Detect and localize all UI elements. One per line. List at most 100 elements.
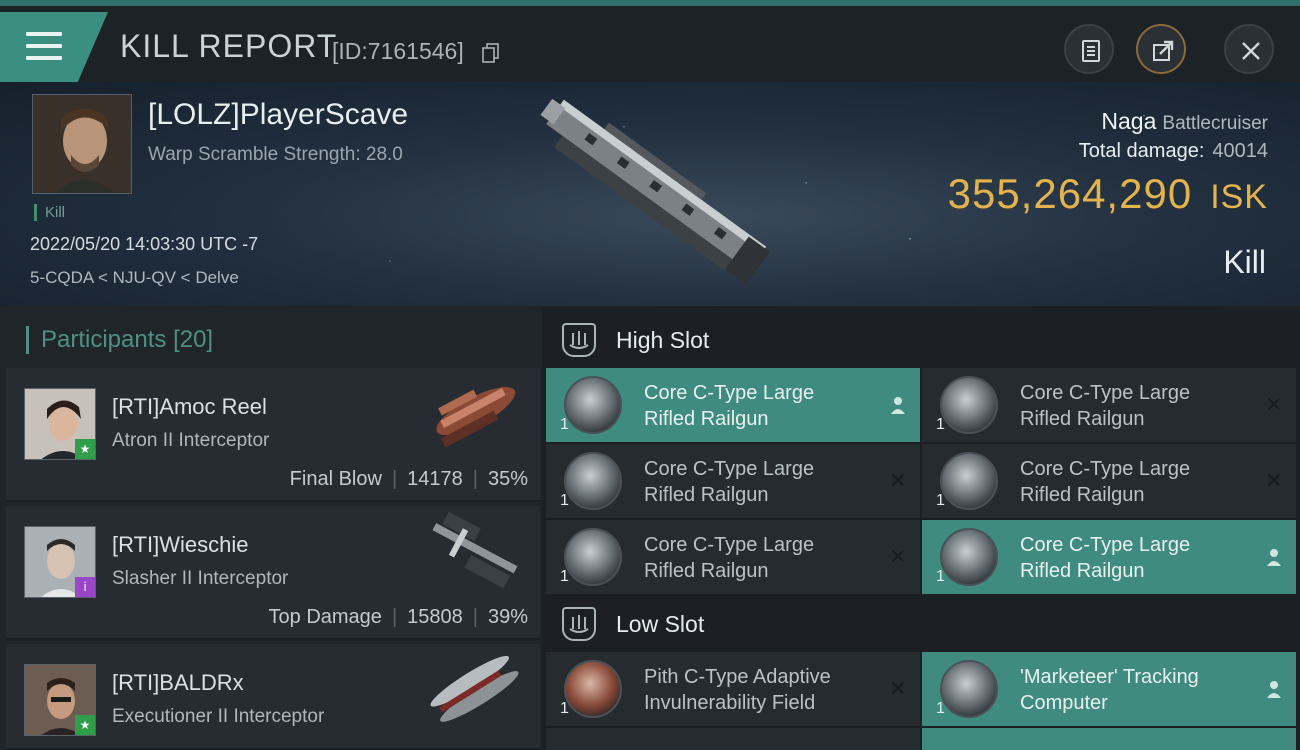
fitting-panel: High Slot 1 Core C-Type Large Rifled Rail… bbox=[542, 306, 1300, 750]
module-slot[interactable]: 1 Core C-Type Large Rifled Railgun bbox=[546, 368, 920, 442]
railgun-icon bbox=[940, 452, 998, 510]
participant-portrait[interactable]: ★ bbox=[24, 388, 96, 460]
high-slot-icon bbox=[562, 323, 596, 357]
module-slot[interactable]: 1 Core C-Type Large Rifled Railgun ✕ bbox=[546, 520, 920, 594]
close-icon: ✕ bbox=[1264, 468, 1284, 494]
participant-damage: 14178 bbox=[407, 468, 463, 490]
participant-role: Top Damage bbox=[268, 606, 382, 628]
module-quantity: 1 bbox=[936, 492, 945, 509]
railgun-icon bbox=[564, 452, 622, 510]
kill-result: Kill bbox=[1223, 244, 1266, 280]
module-quantity: 1 bbox=[560, 568, 569, 585]
share-icon bbox=[1153, 40, 1174, 61]
high-slot-header: High Slot bbox=[546, 312, 1296, 368]
close-icon: ✕ bbox=[888, 544, 908, 570]
person-icon bbox=[886, 393, 910, 417]
module-quantity: 1 bbox=[936, 416, 945, 433]
kill-location[interactable]: 5-CQDA < NJU-QV < Delve bbox=[30, 268, 239, 288]
tracking-computer-icon bbox=[940, 660, 998, 718]
participant-percent: 35% bbox=[487, 468, 528, 490]
module-name: 'Marketeer' Tracking Computer bbox=[1020, 666, 1199, 714]
isk-amount: 355,264,290 bbox=[947, 170, 1193, 217]
low-slot-icon bbox=[562, 607, 596, 641]
isk-value: 355,264,290 ISK bbox=[948, 170, 1268, 218]
module-name: Core C-Type Large Rifled Railgun bbox=[644, 458, 815, 506]
close-button[interactable] bbox=[1224, 24, 1274, 74]
share-button[interactable] bbox=[1136, 24, 1186, 74]
railgun-icon bbox=[564, 376, 622, 434]
module-slot-partial[interactable] bbox=[922, 728, 1296, 750]
copy-icon[interactable] bbox=[482, 43, 500, 63]
module-slot-partial[interactable] bbox=[546, 728, 920, 750]
total-damage-label: Total damage: bbox=[1078, 140, 1205, 162]
close-icon: ✕ bbox=[1264, 392, 1284, 418]
menu-button[interactable] bbox=[0, 12, 108, 82]
module-slot[interactable]: 1 Core C-Type Large Rifled Railgun ✕ bbox=[922, 368, 1296, 442]
module-slot[interactable]: 1 Pith C-Type Adaptive Invulnerability Fi… bbox=[546, 652, 920, 726]
participant-damage: 15808 bbox=[407, 606, 463, 628]
module-name: Core C-Type Large Rifled Railgun bbox=[644, 534, 815, 582]
participant-ship: Atron II Interceptor bbox=[112, 430, 270, 451]
participants-heading: Participants [20] bbox=[26, 326, 213, 354]
module-slot[interactable]: 1 Core C-Type Large Rifled Railgun ✕ bbox=[546, 444, 920, 518]
participant-row[interactable]: i [RTI]Wieschie Slasher II Interceptor T… bbox=[6, 506, 540, 640]
participant-name: [RTI]BALDRx bbox=[112, 670, 244, 695]
victim-ship-line[interactable]: Naga Battlecruiser bbox=[1101, 108, 1268, 135]
victim-ship-class: Battlecruiser bbox=[1162, 113, 1268, 134]
participant-ship: Slasher II Interceptor bbox=[112, 568, 289, 589]
victim-name[interactable]: [LOLZ]PlayerScave bbox=[148, 98, 408, 132]
low-slot-header: Low Slot bbox=[546, 596, 1296, 652]
participant-stats: Top Damage | 15808 | 39% bbox=[268, 606, 528, 628]
total-damage: Total damage: 40014 bbox=[1079, 140, 1268, 163]
participant-portrait[interactable]: ★ bbox=[24, 664, 96, 736]
participant-row[interactable]: ★ [RTI]Amoc Reel Atron II Interceptor Fi… bbox=[6, 368, 540, 502]
module-name: Core C-Type Large Rifled Railgun bbox=[644, 382, 815, 430]
info-badge-icon: i bbox=[75, 577, 95, 597]
star-badge-icon: ★ bbox=[75, 715, 95, 735]
module-name: Pith C-Type Adaptive Invulnerability Fiel… bbox=[644, 666, 831, 714]
participant-ship: Executioner II Interceptor bbox=[112, 706, 325, 727]
participant-portrait[interactable]: i bbox=[24, 526, 96, 598]
module-quantity: 1 bbox=[560, 492, 569, 509]
victim-portrait[interactable] bbox=[32, 94, 132, 194]
module-quantity: 1 bbox=[560, 700, 569, 717]
module-name: Core C-Type Large Rifled Railgun bbox=[1020, 382, 1191, 430]
participant-name: [RTI]Amoc Reel bbox=[112, 394, 267, 419]
report-id: [ID:7161546] bbox=[332, 38, 464, 64]
participants-panel: Participants [20] ★ [RTI]Amoc Reel Atron… bbox=[0, 306, 542, 750]
participant-row[interactable]: ★ [RTI]BALDRx Executioner II Interceptor bbox=[6, 644, 540, 750]
close-icon: ✕ bbox=[888, 468, 908, 494]
module-name: Core C-Type Large Rifled Railgun bbox=[1020, 458, 1191, 506]
railgun-icon bbox=[940, 376, 998, 434]
module-slot[interactable]: 1 Core C-Type Large Rifled Railgun ✕ bbox=[922, 444, 1296, 518]
kill-tag: Kill bbox=[34, 204, 65, 221]
module-quantity: 1 bbox=[936, 568, 945, 585]
victim-banner: [LOLZ]PlayerScave Warp Scramble Strength… bbox=[0, 82, 1300, 306]
module-quantity: 1 bbox=[936, 700, 945, 717]
module-slot[interactable]: 1 'Marketeer' Tracking Computer bbox=[922, 652, 1296, 726]
module-name: Core C-Type Large Rifled Railgun bbox=[1020, 534, 1191, 582]
clipboard-button[interactable] bbox=[1064, 24, 1114, 74]
high-slot-title: High Slot bbox=[616, 326, 710, 353]
participant-role: Final Blow bbox=[289, 468, 382, 490]
railgun-icon bbox=[940, 528, 998, 586]
participant-ship-image bbox=[430, 655, 519, 722]
participant-ship-image bbox=[432, 512, 518, 588]
railgun-icon bbox=[564, 528, 622, 586]
participant-percent: 39% bbox=[487, 606, 528, 628]
victim-ship-name: Naga bbox=[1101, 108, 1157, 134]
person-icon bbox=[1262, 677, 1286, 701]
hamburger-icon bbox=[26, 32, 62, 62]
close-icon bbox=[1242, 42, 1260, 60]
module-slot[interactable]: 1 Core C-Type Large Rifled Railgun bbox=[922, 520, 1296, 594]
clipboard-icon bbox=[1082, 40, 1100, 62]
module-quantity: 1 bbox=[560, 416, 569, 433]
participants-count: [20] bbox=[173, 326, 214, 353]
participants-title: Participants bbox=[41, 326, 167, 353]
participant-ship-image bbox=[436, 386, 516, 448]
victim-ship-image[interactable] bbox=[520, 82, 790, 292]
header-bar: KILL REPORT [ID:7161546] bbox=[0, 0, 1300, 82]
star-badge-icon: ★ bbox=[75, 439, 95, 459]
low-slot-title: Low Slot bbox=[616, 610, 705, 637]
person-icon bbox=[1262, 545, 1286, 569]
